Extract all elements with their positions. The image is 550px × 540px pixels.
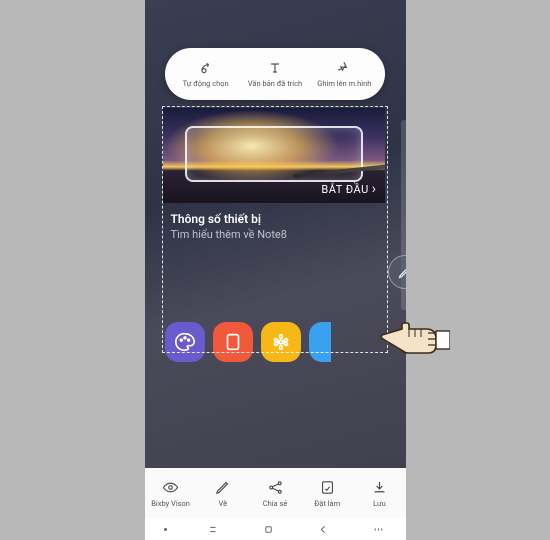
extract-text-button[interactable]: Văn bản đã trích bbox=[240, 60, 309, 88]
draw-label: Vẽ bbox=[219, 499, 228, 508]
phone-frame: Tự động chọn Văn bản đã trích Ghim lên m… bbox=[145, 0, 406, 540]
auto-select-label: Tự động chọn bbox=[183, 79, 229, 88]
share-icon bbox=[266, 479, 285, 496]
extract-text-label: Văn bản đã trích bbox=[248, 79, 302, 88]
share-button[interactable]: Chia sẻ bbox=[249, 468, 301, 518]
draw-button[interactable]: Vẽ bbox=[197, 468, 249, 518]
pin-screen-label: Ghim lên m.hình bbox=[317, 79, 371, 88]
home-icon[interactable] bbox=[261, 523, 276, 536]
share-label: Chia sẻ bbox=[263, 499, 288, 508]
pin-screen-button[interactable]: Ghim lên m.hình bbox=[310, 60, 379, 88]
auto-select-button[interactable]: Tự động chọn bbox=[171, 60, 240, 88]
save-button[interactable]: Lưu bbox=[353, 468, 405, 518]
setas-label: Đặt làm bbox=[314, 499, 340, 508]
download-icon bbox=[370, 479, 389, 496]
auto-select-icon bbox=[197, 60, 215, 76]
nav-assist-dot[interactable] bbox=[164, 528, 167, 531]
eye-icon bbox=[161, 479, 180, 496]
air-command-button[interactable] bbox=[388, 255, 406, 289]
system-nav-bar bbox=[145, 518, 406, 540]
bixby-label: Bixby Vison bbox=[151, 499, 190, 508]
pin-icon bbox=[335, 60, 353, 76]
set-as-button[interactable]: Đặt làm bbox=[301, 468, 353, 518]
nav-extra-icon[interactable] bbox=[371, 523, 386, 536]
pointing-hand-cursor bbox=[380, 315, 450, 363]
save-label: Lưu bbox=[373, 499, 386, 508]
smart-select-pill: Tự động chọn Văn bản đã trích Ghim lên m… bbox=[165, 48, 385, 100]
pencil-icon bbox=[213, 479, 232, 496]
pen-icon bbox=[397, 265, 406, 280]
setas-icon bbox=[318, 479, 337, 496]
bixby-vision-button[interactable]: Bixby Vison bbox=[145, 468, 197, 518]
recents-icon[interactable] bbox=[207, 523, 222, 536]
back-icon[interactable] bbox=[316, 523, 331, 536]
selection-marquee[interactable] bbox=[162, 106, 388, 353]
text-icon bbox=[266, 60, 284, 76]
bottom-toolbar: Bixby Vison Vẽ Chia sẻ Đặt làm Lưu bbox=[145, 468, 406, 518]
